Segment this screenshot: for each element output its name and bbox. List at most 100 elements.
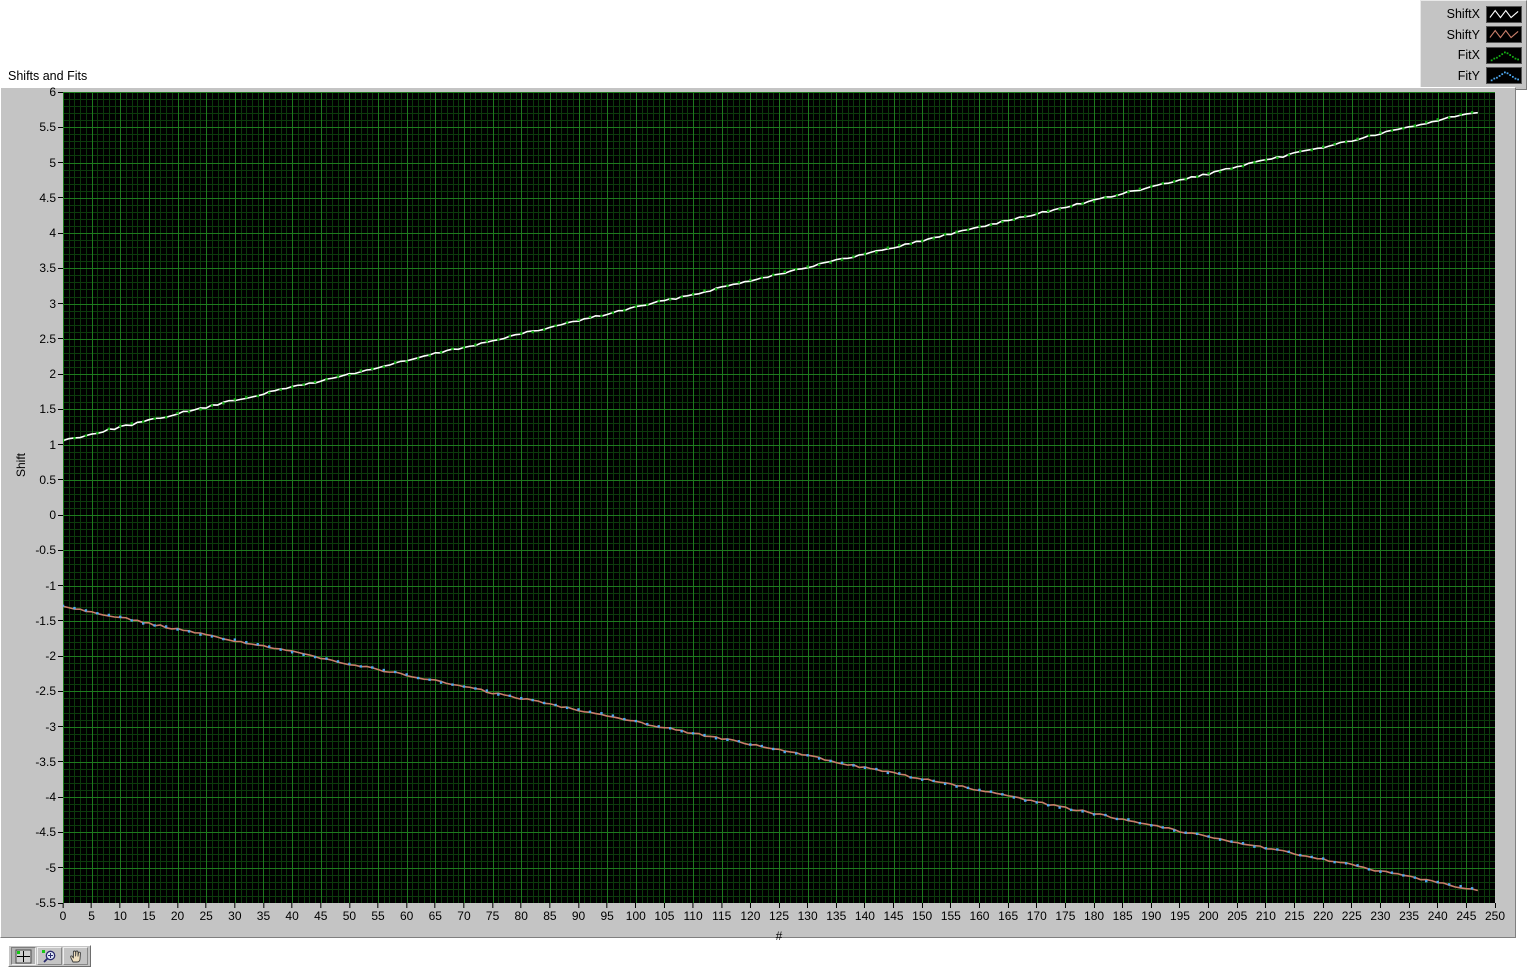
x-axis-tick-label: 70 (457, 909, 471, 923)
y-axis-tick-label: 2.5 (39, 331, 56, 346)
x-axis-tick: 175 (1055, 903, 1075, 923)
x-axis-tick-mark (377, 903, 379, 908)
x-axis-tick-label: 245 (1456, 909, 1477, 923)
x-axis-tick: 170 (1027, 903, 1047, 923)
x-axis-tick: 220 (1313, 903, 1333, 923)
x-axis-tick: 205 (1227, 903, 1247, 923)
y-axis-tick: 5.5 (39, 120, 63, 134)
legend-item-fity[interactable]: FitY (1425, 66, 1522, 86)
plot-style-line-icon[interactable] (1486, 26, 1522, 44)
x-axis-tick-label: 30 (228, 909, 242, 923)
x-axis-tick-label: 195 (1169, 909, 1190, 923)
y-axis-tick-label: -2 (45, 649, 56, 664)
x-axis-tick-label: 165 (998, 909, 1019, 923)
x-axis-tick-mark (663, 903, 665, 908)
y-axis[interactable]: 6 5.5 5 4.5 4 3.5 3 2.5 2 1.5 1 0.5 0 -0.5 -1 -1.5 -2 -2.… (21, 85, 63, 910)
plot-style-points-icon[interactable] (1486, 67, 1522, 85)
x-axis-tick-mark (606, 903, 608, 908)
x-axis-tick-mark (1150, 903, 1152, 908)
x-axis-tick: 60 (400, 903, 413, 923)
y-axis-tick-label: 5.5 (39, 120, 56, 135)
x-axis-tick-label: 85 (543, 909, 557, 923)
x-axis-tick-label: 60 (399, 909, 414, 923)
x-axis-tick: 65 (429, 903, 442, 923)
x-axis-tick-mark (91, 903, 93, 908)
x-axis-tick: 125 (769, 903, 789, 923)
x-axis-tick-mark (893, 903, 895, 908)
x-axis-tick-mark (1208, 903, 1210, 908)
x-axis-tick: 15 (142, 903, 156, 923)
legend-item-shifty[interactable]: ShiftY (1425, 25, 1522, 45)
y-axis-tick-label: 6 (49, 85, 56, 99)
x-axis-tick-label: 10 (113, 909, 127, 923)
x-axis-tick-label: 215 (1284, 909, 1305, 923)
plot-legend[interactable]: ShiftX ShiftY FitX FitY (1420, 0, 1527, 90)
x-axis-tick-mark (978, 903, 980, 908)
x-axis[interactable]: 0 5 10 15 20 25 30 35 40 45 50 55 60 65 70 75 80 85 90 95 10… (60, 903, 1505, 929)
x-axis-tick-mark (262, 903, 264, 908)
x-axis-tick-mark (348, 903, 350, 908)
x-axis-tick: 235 (1399, 903, 1419, 923)
x-axis-tick-mark (119, 903, 121, 908)
x-axis-tick-label: 130 (797, 909, 818, 923)
x-axis-tick-mark (492, 903, 494, 908)
x-axis-tick: 95 (600, 903, 614, 923)
x-axis-tick: 200 (1199, 903, 1219, 923)
x-axis-tick-mark (921, 903, 923, 908)
x-axis-tick-mark (749, 903, 751, 908)
x-axis-tick: 100 (626, 903, 646, 923)
x-axis-tick: 30 (228, 903, 242, 923)
x-axis-tick-mark (1093, 903, 1095, 908)
x-axis-tick-label: 225 (1341, 909, 1362, 923)
x-axis-tick-label: 5 (88, 909, 95, 923)
x-axis-tick-mark (1379, 903, 1381, 908)
x-axis-tick: 110 (684, 903, 703, 923)
x-axis-tick-label: 35 (256, 909, 271, 923)
x-axis-tick-label: 200 (1198, 909, 1219, 923)
x-axis-tick-label: 65 (428, 909, 442, 923)
plot-style-line-icon[interactable] (1486, 5, 1522, 23)
x-axis-tick: 190 (1141, 903, 1161, 923)
x-axis-tick: 155 (941, 903, 961, 923)
x-axis-tick: 85 (543, 903, 557, 923)
legend-item-shiftx[interactable]: ShiftX (1425, 4, 1522, 24)
x-axis-tick-mark (434, 903, 436, 908)
y-axis-tick: 5 (49, 156, 63, 170)
zoom-tool[interactable] (37, 947, 62, 965)
y-axis-tick-label: 3 (49, 296, 56, 311)
x-axis-tick-label: 140 (854, 909, 875, 923)
x-axis-tick-label: 235 (1399, 909, 1420, 923)
waveform-graph[interactable]: Shift 6 5.5 5 4.5 4 3.5 3 2.5 2 1.5 1 0.5 0 -0.5 -1 -1.… (0, 85, 1516, 943)
x-axis-tick-label: 155 (940, 909, 961, 923)
y-axis-tick-label: 0.5 (39, 472, 56, 487)
x-axis-tick-label: 110 (683, 909, 703, 923)
x-axis-tick: 165 (998, 903, 1018, 923)
x-axis-tick-label: 40 (285, 909, 299, 923)
x-axis-tick-label: 90 (571, 909, 586, 923)
x-axis-tick: 90 (572, 903, 585, 923)
y-axis-tick-label: -3.5 (35, 754, 56, 769)
x-axis-tick-label: 175 (1055, 909, 1076, 923)
x-axis-tick: 245 (1456, 903, 1476, 923)
pan-tool[interactable] (63, 947, 88, 965)
y-axis-tick: -3 (45, 720, 63, 734)
graph-palette[interactable] (8, 945, 91, 967)
y-axis-tick: -1 (45, 579, 63, 593)
y-axis-tick: 4.5 (39, 191, 63, 205)
x-axis-tick-mark (864, 903, 866, 908)
cursor-tool[interactable] (11, 947, 36, 965)
plot-area[interactable] (63, 92, 1495, 903)
x-axis-tick-mark (1036, 903, 1038, 908)
legend-item-fitx[interactable]: FitX (1425, 45, 1522, 65)
plot-style-points-icon[interactable] (1486, 46, 1522, 64)
x-axis-tick-label: 220 (1313, 909, 1334, 923)
labview-front-panel: ShiftX ShiftY FitX FitY Shifts and Fits Shi… (0, 0, 1536, 970)
x-axis-tick: 80 (515, 903, 528, 923)
y-axis-tick-label: -5.5 (35, 896, 56, 910)
y-axis-tick: 2.5 (39, 332, 63, 346)
y-axis-tick-label: -2.5 (35, 684, 56, 699)
x-axis-tick-label: 25 (199, 909, 213, 923)
x-axis-title: # (775, 929, 783, 943)
x-axis-tick-mark (1408, 903, 1410, 908)
x-axis-tick: 45 (314, 903, 327, 923)
